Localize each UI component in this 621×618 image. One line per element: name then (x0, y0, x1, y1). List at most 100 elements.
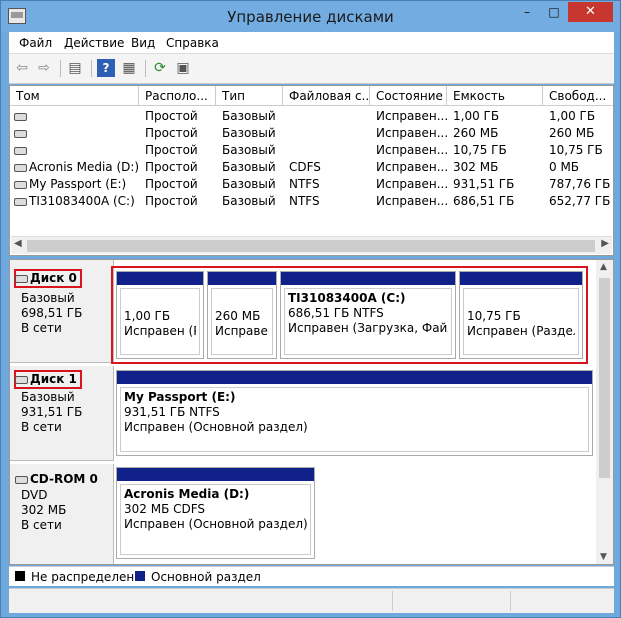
refresh-icon[interactable]: ⟳ (151, 59, 169, 77)
menu-view[interactable]: Вид (131, 36, 155, 50)
rescan-icon[interactable]: ▣ (174, 59, 192, 77)
scroll-thumb[interactable] (599, 278, 610, 478)
maximize-button[interactable]: □ (541, 2, 567, 22)
column-divider[interactable] (446, 86, 447, 106)
primary-partition-bar (460, 272, 582, 285)
disk-0-label[interactable]: Диск 0 Базовый 698,51 ГБ В сети (10, 260, 114, 363)
partition-status: Исправен (Раздел во (467, 324, 575, 338)
table-row[interactable]: TI31083400A (C:) Простой Базовый NTFS Ис… (10, 192, 610, 209)
column-layout[interactable]: Располо... (145, 89, 215, 103)
disk-1-label[interactable]: Диск 1 Базовый 931,51 ГБ В сети (10, 366, 114, 461)
primary-partition-bar (208, 272, 276, 285)
partition-size: 1,00 ГБ (124, 309, 171, 323)
drive-icon (14, 112, 27, 121)
disk-1-size: 931,51 ГБ (21, 405, 83, 419)
disk-1-status: В сети (21, 420, 62, 434)
properties-icon[interactable]: ▤ (66, 59, 84, 77)
scroll-up-icon[interactable]: ▲ (600, 262, 607, 272)
drive-icon (14, 180, 27, 189)
partition-disk1-1[interactable]: My Passport (E:) 931,51 ГБ NTFS Исправен… (116, 370, 593, 456)
column-free[interactable]: Свобод... (549, 89, 607, 103)
volume-capacity: 686,51 ГБ (453, 194, 515, 208)
menu-file[interactable]: Файл (19, 36, 52, 50)
column-volume[interactable]: Том (16, 89, 136, 103)
partition-body: 10,75 ГБ Исправен (Раздел во (463, 288, 579, 355)
partition-disk0-1[interactable]: 1,00 ГБ Исправен (Ра (116, 271, 204, 359)
volume-type: Базовый (222, 143, 276, 157)
horizontal-scrollbar[interactable]: ◀ ▶ (11, 236, 612, 254)
partition-status: Исправен (Основной раздел) (124, 420, 308, 434)
toolbar-separator (145, 60, 146, 77)
scroll-thumb[interactable] (27, 240, 595, 252)
cdrom-0-status: В сети (21, 518, 62, 532)
volume-fs: CDFS (289, 160, 321, 174)
disk-1-type: Базовый (21, 390, 75, 404)
scroll-left-icon[interactable]: ◀ (14, 238, 22, 249)
volume-free: 1,00 ГБ (549, 109, 596, 123)
legend: Не распределена Основной раздел (9, 566, 614, 586)
table-row[interactable]: Простой Базовый Исправен... 260 МБ 260 М… (10, 124, 610, 141)
table-row[interactable]: Acronis Media (D:) Простой Базовый CDFS … (10, 158, 610, 175)
scroll-right-icon[interactable]: ▶ (601, 238, 609, 249)
title-bar[interactable]: Управление дисками – □ ✕ (1, 1, 620, 32)
partition-cdrom0-1[interactable]: Acronis Media (D:) 302 МБ CDFS Исправен … (116, 467, 315, 559)
back-arrow-icon[interactable]: ⇦ (13, 59, 31, 77)
unallocated-swatch (15, 571, 25, 581)
volume-free: 652,77 ГБ (549, 194, 611, 208)
cd-drive-icon (15, 475, 28, 484)
partition-size: 931,51 ГБ NTFS (124, 405, 220, 419)
partition-body: 1,00 ГБ Исправен (Ра (120, 288, 200, 355)
cdrom-0-type: DVD (21, 488, 48, 502)
volume-layout: Простой (145, 109, 198, 123)
volume-name (14, 109, 29, 123)
table-row[interactable]: Простой Базовый Исправен... 1,00 ГБ 1,00… (10, 107, 610, 124)
cdrom-0-label[interactable]: CD-ROM 0 DVD 302 МБ В сети (10, 464, 114, 564)
disk-0-status: В сети (21, 321, 62, 335)
partition-status: Исправен (Основной раздел) (124, 517, 307, 531)
legend-primary: Основной раздел (151, 570, 261, 584)
partition-disk0-2[interactable]: 260 МБ Исправен (207, 271, 277, 359)
volume-capacity: 931,51 ГБ (453, 177, 515, 191)
column-type[interactable]: Тип (222, 89, 282, 103)
disk-management-window: Управление дисками – □ ✕ Файл Действие В… (0, 0, 621, 618)
partition-disk0-4[interactable]: 10,75 ГБ Исправен (Раздел во (459, 271, 583, 359)
close-button[interactable]: ✕ (568, 2, 613, 22)
volume-fs: NTFS (289, 194, 320, 208)
column-divider[interactable] (542, 86, 543, 106)
scroll-down-icon[interactable]: ▼ (600, 552, 607, 562)
disk-1-name: Диск 1 (15, 372, 77, 386)
vertical-scrollbar[interactable]: ▲ ▼ (596, 260, 613, 564)
volume-name-text: My Passport (E:) (29, 177, 127, 191)
column-status[interactable]: Состояние (376, 89, 446, 103)
column-divider[interactable] (138, 86, 139, 106)
column-capacity[interactable]: Емкость (453, 89, 538, 103)
volume-type: Базовый (222, 126, 276, 140)
menu-help[interactable]: Справка (166, 36, 219, 50)
toolbar-separator (91, 60, 92, 77)
partition-body: Acronis Media (D:) 302 МБ CDFS Исправен … (120, 484, 311, 555)
partition-disk0-3[interactable]: TI31083400A (C:) 686,51 ГБ NTFS Исправен… (280, 271, 456, 359)
volume-status: Исправен... (376, 194, 449, 208)
primary-partition-bar (117, 272, 203, 285)
list-view-icon[interactable]: ▦ (120, 59, 138, 77)
column-divider[interactable] (369, 86, 370, 106)
volume-layout: Простой (145, 126, 198, 140)
status-divider (510, 591, 511, 611)
column-divider[interactable] (282, 86, 283, 106)
disk-1-name-text: Диск 1 (30, 372, 77, 386)
partition-body: 260 МБ Исправен (211, 288, 273, 355)
column-filesystem[interactable]: Файловая с... (289, 89, 369, 103)
forward-arrow-icon[interactable]: ⇨ (35, 59, 53, 77)
toolbar: ⇦ ⇨ ▤ ? ▦ ⟳ ▣ (9, 54, 614, 84)
volume-name (14, 126, 29, 140)
column-divider[interactable] (215, 86, 216, 106)
help-icon[interactable]: ? (97, 59, 115, 77)
volume-layout: Простой (145, 177, 198, 191)
table-row[interactable]: My Passport (E:) Простой Базовый NTFS Ис… (10, 175, 610, 192)
drive-icon (14, 129, 27, 138)
menu-action[interactable]: Действие (64, 36, 124, 50)
primary-partition-bar (117, 468, 314, 481)
volume-free: 260 МБ (549, 126, 595, 140)
minimize-button[interactable]: – (514, 2, 540, 22)
table-row[interactable]: Простой Базовый Исправен... 10,75 ГБ 10,… (10, 141, 610, 158)
